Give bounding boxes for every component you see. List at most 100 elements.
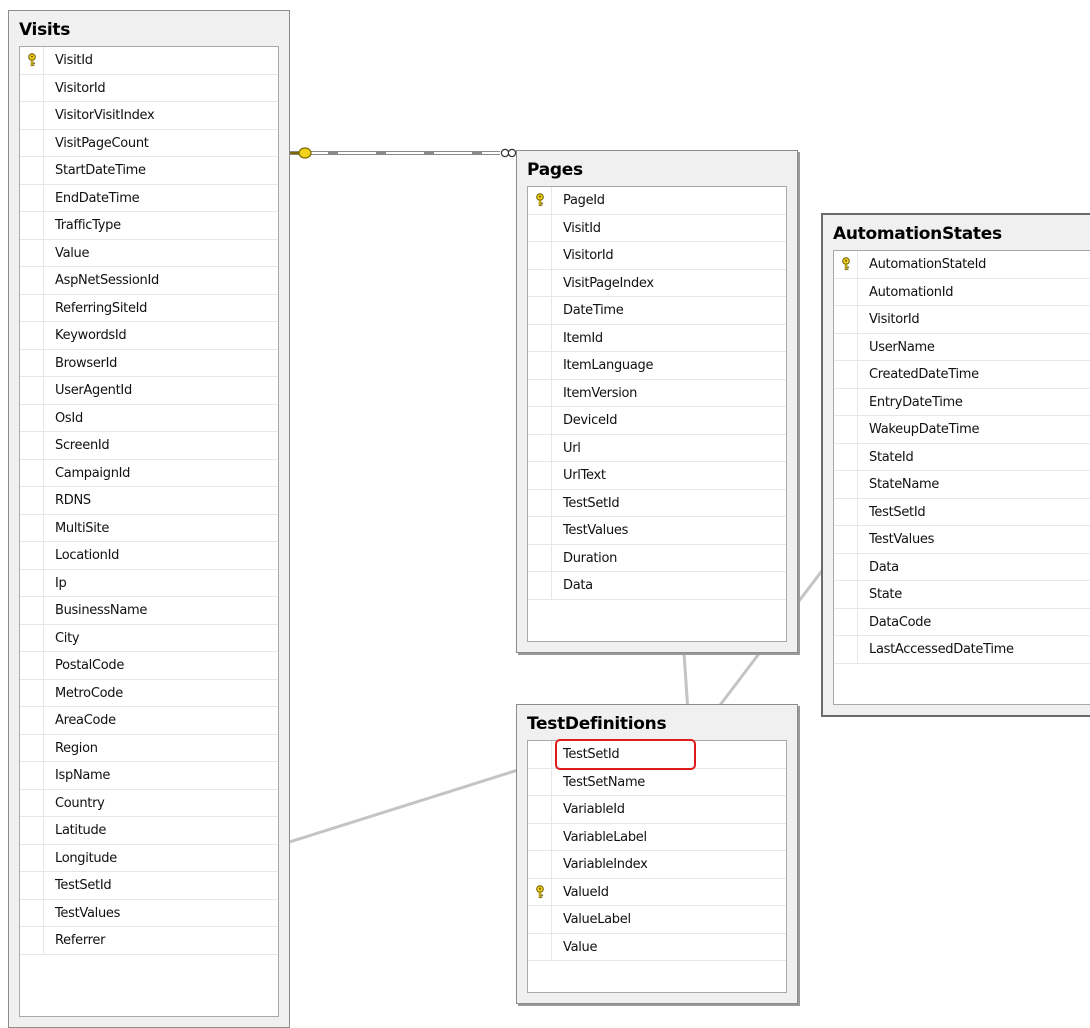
column-row[interactable]: State [834,581,1090,609]
column-row[interactable]: CreatedDateTime [834,361,1090,389]
row-selector[interactable] [20,569,44,596]
row-selector[interactable] [528,269,552,296]
row-selector[interactable] [20,459,44,486]
column-row[interactable]: DateTime [528,297,786,325]
column-row[interactable]: ValueLabel [528,906,786,934]
column-row[interactable]: EntryDateTime [834,388,1090,416]
row-selector[interactable] [20,349,44,376]
column-row[interactable]: VariableIndex [528,851,786,879]
column-row[interactable]: City [20,624,278,652]
column-row[interactable]: AspNetSessionId [20,267,278,295]
row-selector[interactable] [528,462,552,489]
row-selector[interactable] [528,407,552,434]
row-selector[interactable] [528,768,552,795]
column-row[interactable]: VisitId [528,214,786,242]
column-row[interactable]: TrafficType [20,212,278,240]
column-row[interactable]: Url [528,434,786,462]
row-selector[interactable] [20,707,44,734]
column-row[interactable]: ReferringSiteId [20,294,278,322]
row-selector[interactable] [528,933,552,960]
column-row[interactable]: PostalCode [20,652,278,680]
row-selector[interactable] [834,443,858,470]
column-row[interactable]: ItemLanguage [528,352,786,380]
column-row[interactable]: RDNS [20,487,278,515]
row-selector[interactable] [834,361,858,388]
row-selector[interactable] [20,652,44,679]
column-row[interactable]: VariableLabel [528,823,786,851]
column-row[interactable]: StateName [834,471,1090,499]
table-pages[interactable]: Pages PageId VisitId VisitorId VisitPageInd… [516,150,798,653]
column-row[interactable]: AreaCode [20,707,278,735]
column-row[interactable]: Region [20,734,278,762]
column-row[interactable]: VisitorId [20,74,278,102]
column-row[interactable]: VariableId [528,796,786,824]
column-row[interactable]: VisitorId [528,242,786,270]
column-row[interactable]: Latitude [20,817,278,845]
row-selector[interactable] [20,267,44,294]
row-selector[interactable] [20,377,44,404]
column-row[interactable]: UrlText [528,462,786,490]
column-row[interactable]: VisitPageCount [20,129,278,157]
row-selector[interactable] [20,404,44,431]
column-row[interactable]: ItemId [528,324,786,352]
row-selector[interactable] [834,471,858,498]
row-selector[interactable] [528,379,552,406]
row-selector[interactable] [20,47,44,74]
column-row[interactable]: ItemVersion [528,379,786,407]
row-selector[interactable] [20,679,44,706]
row-selector[interactable] [834,498,858,525]
row-selector[interactable] [834,251,858,278]
row-selector[interactable] [528,434,552,461]
column-row[interactable]: IspName [20,762,278,790]
column-row[interactable]: WakeupDateTime [834,416,1090,444]
column-row[interactable]: Ip [20,569,278,597]
row-selector[interactable] [20,294,44,321]
column-row[interactable]: ValueId [528,878,786,906]
row-selector[interactable] [528,214,552,241]
column-row[interactable]: Data [834,553,1090,581]
column-row[interactable]: Value [528,933,786,961]
row-selector[interactable] [20,817,44,844]
row-selector[interactable] [20,129,44,156]
row-selector[interactable] [528,352,552,379]
row-selector[interactable] [528,796,552,823]
row-selector[interactable] [20,432,44,459]
column-row[interactable]: TestSetId [528,489,786,517]
column-row[interactable]: VisitorId [834,306,1090,334]
column-row[interactable]: VisitPageIndex [528,269,786,297]
column-row[interactable]: TestValues [834,526,1090,554]
row-selector[interactable] [528,572,552,599]
row-selector[interactable] [20,542,44,569]
column-row[interactable]: ScreenId [20,432,278,460]
row-selector[interactable] [528,851,552,878]
row-selector[interactable] [834,608,858,635]
column-row[interactable]: BusinessName [20,597,278,625]
column-row[interactable]: KeywordsId [20,322,278,350]
row-selector[interactable] [834,333,858,360]
column-row[interactable]: Country [20,789,278,817]
column-row[interactable]: TestValues [20,899,278,927]
column-row[interactable]: AutomationStateId [834,251,1090,279]
row-selector[interactable] [20,789,44,816]
column-row[interactable]: Value [20,239,278,267]
row-selector[interactable] [528,242,552,269]
row-selector[interactable] [528,517,552,544]
row-selector[interactable] [20,74,44,101]
table-automation-states[interactable]: AutomationStates AutomationStateId Automa… [821,213,1090,717]
row-selector[interactable] [20,624,44,651]
row-selector[interactable] [528,187,552,214]
row-selector[interactable] [834,416,858,443]
row-selector[interactable] [20,239,44,266]
row-selector[interactable] [20,734,44,761]
column-row[interactable]: VisitId [20,47,278,75]
row-selector[interactable] [834,306,858,333]
row-selector[interactable] [528,823,552,850]
row-selector[interactable] [20,899,44,926]
column-row[interactable]: Longitude [20,844,278,872]
column-row[interactable]: VisitorVisitIndex [20,102,278,130]
row-selector[interactable] [528,741,552,768]
column-row[interactable]: StartDateTime [20,157,278,185]
column-row[interactable]: LastAccessedDateTime [834,636,1090,664]
row-selector[interactable] [528,489,552,516]
row-selector[interactable] [20,157,44,184]
